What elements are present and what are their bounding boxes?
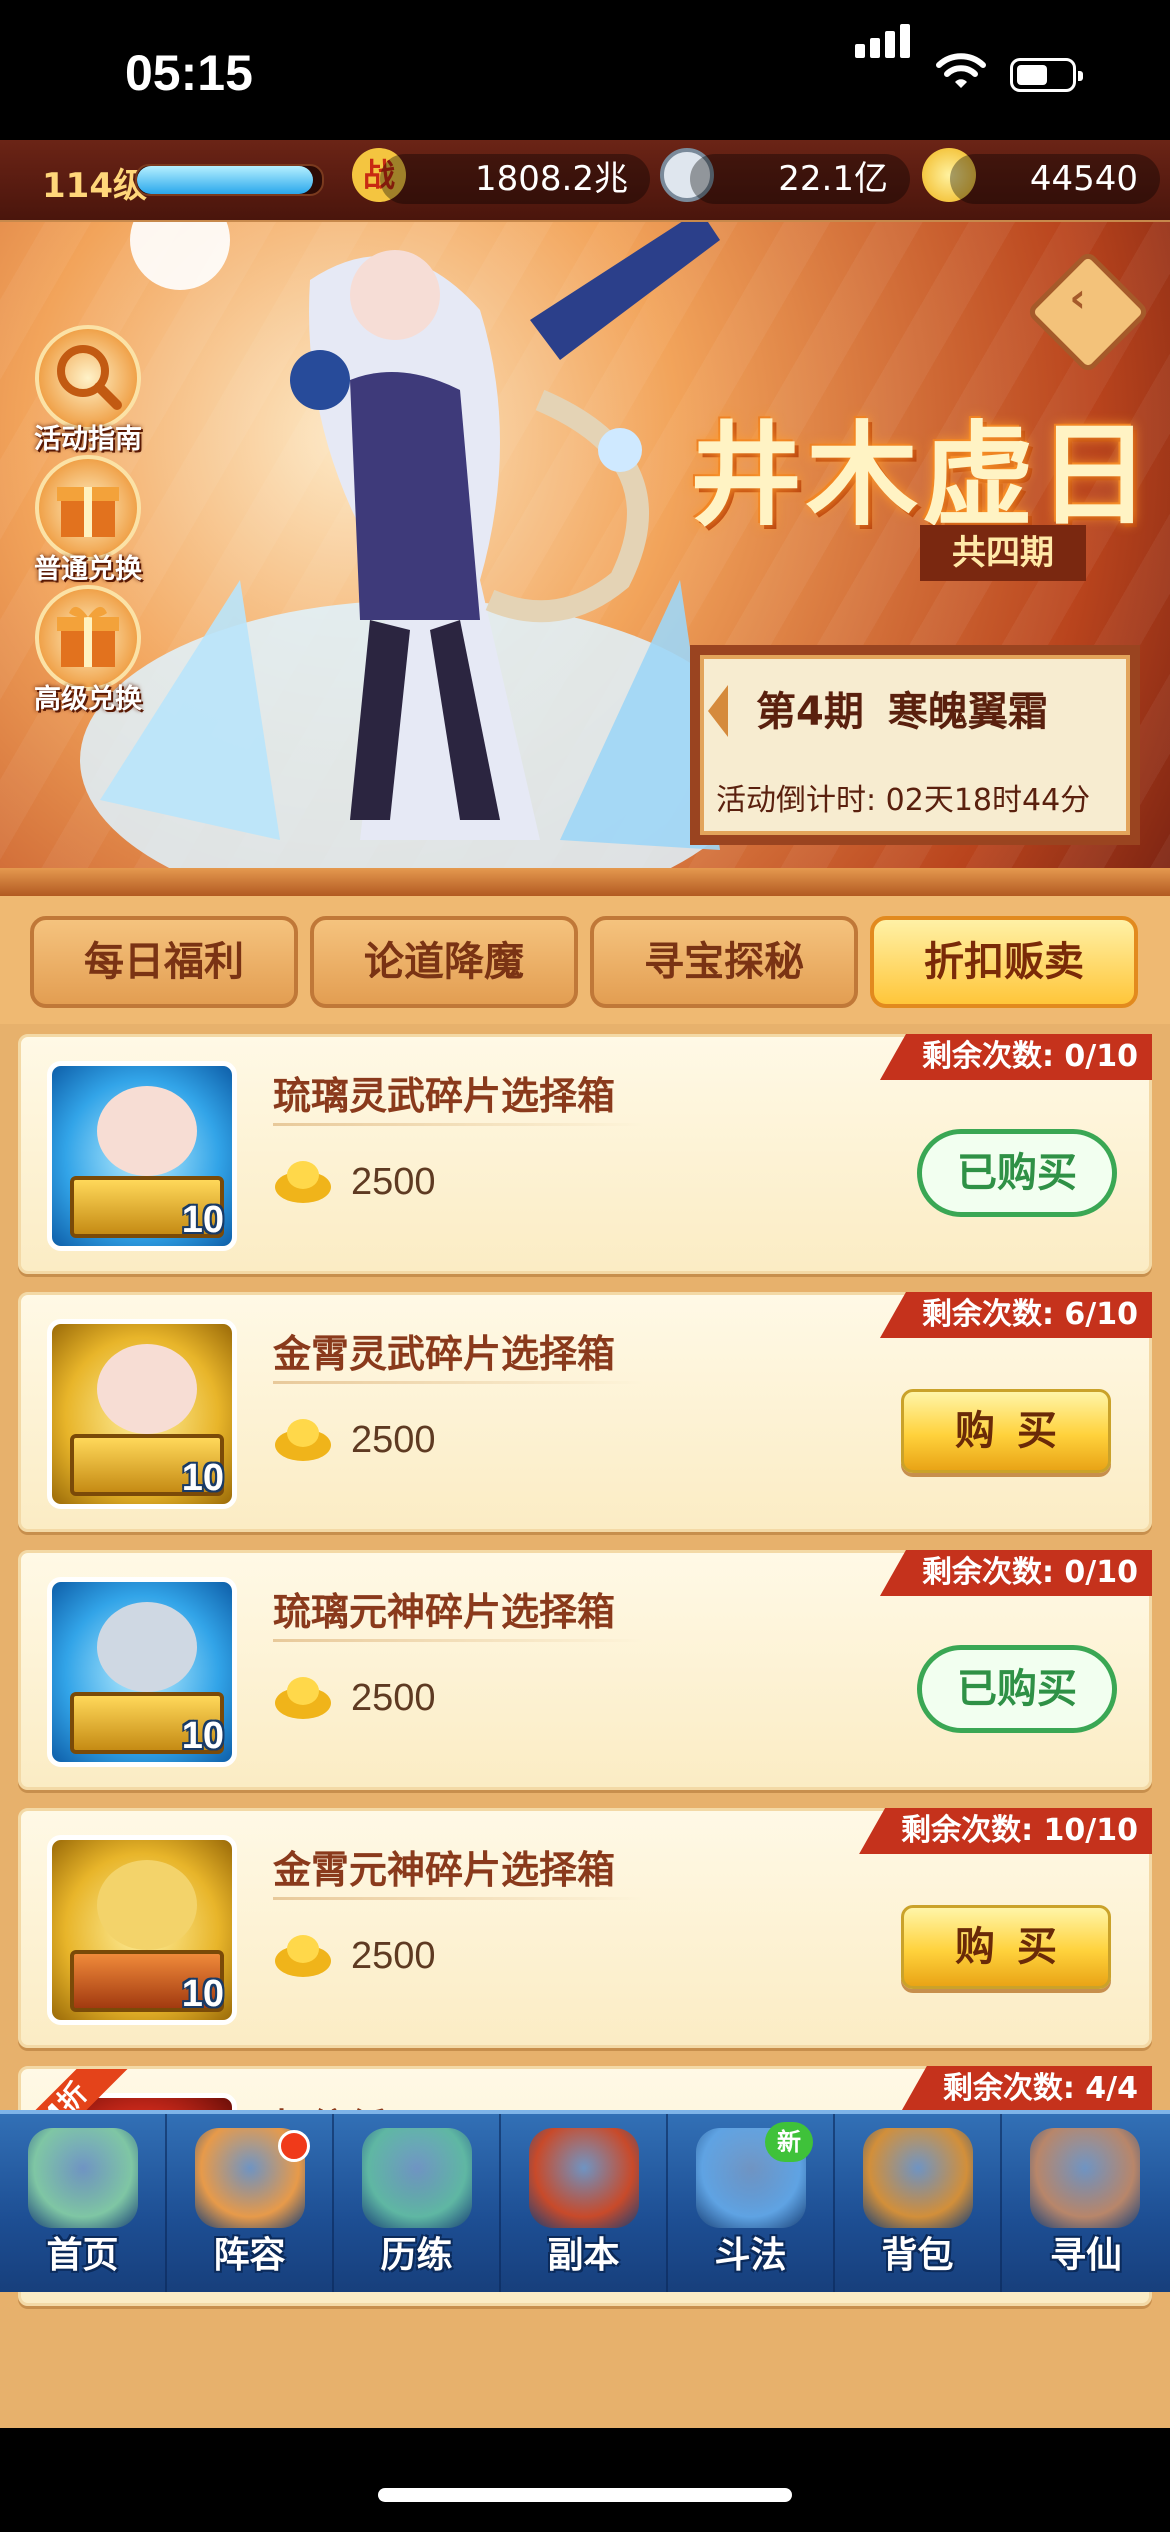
list-item: 10 琉璃灵武碎片选择箱 2500 剩余次数: 0/10 已购买	[18, 1034, 1152, 1274]
advanced-exchange-button[interactable]: 高级兑换	[28, 585, 148, 716]
nav-home[interactable]: 首页	[0, 2114, 167, 2292]
gold-ingot-icon	[275, 1161, 331, 1203]
gold-ingot-icon	[275, 1935, 331, 1977]
item-count: 10	[181, 1715, 224, 1757]
notification-dot	[278, 2130, 310, 2162]
purchased-button[interactable]: 已购买	[917, 1129, 1117, 1217]
resource-bar: 114级 战 1808.2兆 22.1亿 44540	[0, 140, 1170, 222]
buy-button[interactable]: 购买	[901, 1389, 1111, 1473]
new-badge: 新	[765, 2122, 813, 2162]
countdown-text: 活动倒计时: 02天18时44分	[716, 783, 1091, 818]
prev-period-arrow-icon[interactable]	[708, 685, 728, 737]
magnifier-icon	[57, 345, 122, 410]
bottom-nav: 首页 阵容 历练 副本 新 斗法 背包 寻仙	[0, 2110, 1170, 2292]
home-indicator	[0, 2428, 1170, 2532]
bag-icon	[863, 2128, 973, 2228]
period-number: 第4期	[756, 689, 864, 735]
gold-value: 44540	[950, 154, 1160, 204]
nav-dungeon[interactable]: 副本	[501, 2114, 668, 2292]
normal-exchange-label: 普通兑换	[34, 554, 142, 585]
battery-icon	[1010, 58, 1083, 92]
back-arrow-icon: ‹	[1069, 275, 1086, 322]
item-count: 10	[181, 1973, 224, 2015]
item-name: 琉璃灵武碎片选择箱	[273, 1074, 616, 1118]
tab-daily-welfare[interactable]: 每日福利	[30, 916, 298, 1008]
wifi-icon	[936, 53, 986, 88]
period-name: 寒魄翼霜	[887, 689, 1048, 735]
remaining-count-badge: 剩余次数: 4/4	[900, 2066, 1152, 2112]
item-price: 2500	[351, 1161, 436, 1203]
item-icon[interactable]: 10	[47, 1835, 237, 2025]
item-price: 2500	[351, 1419, 436, 1461]
advanced-exchange-label: 高级兑换	[34, 684, 142, 715]
buy-button[interactable]: 购买	[901, 1905, 1111, 1989]
item-icon[interactable]: 10	[47, 1577, 237, 1767]
remaining-count-badge: 剩余次数: 10/10	[859, 1808, 1152, 1854]
remaining-count-badge: 剩余次数: 6/10	[879, 1292, 1152, 1338]
gold-ingot-icon	[275, 1677, 331, 1719]
item-name: 琉璃元神碎片选择箱	[273, 1590, 616, 1634]
list-item: 10 金霄元神碎片选择箱 2500 剩余次数: 10/10 购买	[18, 1808, 1152, 2048]
item-name: 金霄元神碎片选择箱	[273, 1848, 616, 1892]
activity-guide-button[interactable]: 活动指南	[28, 325, 148, 456]
event-title: 井木虚日	[690, 410, 1154, 541]
exp-bar	[135, 164, 324, 196]
list-item: 10 琉璃元神碎片选择箱 2500 剩余次数: 0/10 已购买	[18, 1550, 1152, 1790]
nav-battle[interactable]: 新 斗法	[668, 2114, 835, 2292]
gold-ingot-icon	[275, 1419, 331, 1461]
item-count: 10	[181, 1199, 224, 1241]
nav-seek-immortal[interactable]: 寻仙	[1002, 2114, 1170, 2292]
training-icon	[362, 2128, 472, 2228]
scroll-icon	[1030, 2128, 1140, 2228]
tab-treasure-hunt[interactable]: 寻宝探秘	[590, 916, 858, 1008]
list-item: 10 金霄灵武碎片选择箱 2500 剩余次数: 6/10 购买	[18, 1292, 1152, 1532]
event-banner: ‹ 井木虚日 共四期 第4期 寒魄翼霜 活动倒计时: 02天18时44分	[0, 140, 1170, 880]
nav-bag[interactable]: 背包	[835, 2114, 1002, 2292]
tab-discount-sale[interactable]: 折扣贩卖	[870, 916, 1138, 1008]
power-value: 1808.2兆	[380, 154, 650, 204]
home-icon	[28, 2128, 138, 2228]
gift-box-icon	[57, 487, 119, 537]
nav-training[interactable]: 历练	[334, 2114, 501, 2292]
silver-value: 22.1亿	[690, 154, 910, 204]
item-price: 2500	[351, 1935, 436, 1977]
normal-exchange-button[interactable]: 普通兑换	[28, 455, 148, 586]
remaining-count-badge: 剩余次数: 0/10	[879, 1550, 1152, 1596]
remaining-count-badge: 剩余次数: 0/10	[879, 1034, 1152, 1080]
game-screen: ‹ 井木虚日 共四期 第4期 寒魄翼霜 活动倒计时: 02天18时44分 114级…	[0, 140, 1170, 2428]
item-icon[interactable]: 10	[47, 1319, 237, 1509]
purchased-button[interactable]: 已购买	[917, 1645, 1117, 1733]
item-icon[interactable]: 10	[47, 1061, 237, 1251]
item-name: 金霄灵武碎片选择箱	[273, 1332, 616, 1376]
tab-bar: 每日福利 论道降魔 寻宝探秘 折扣贩卖	[0, 896, 1170, 1024]
player-level: 114级	[42, 166, 147, 206]
status-bar: 05:15	[0, 0, 1170, 140]
status-time: 05:15	[125, 45, 253, 101]
gift-box-icon	[57, 606, 119, 667]
divider-strip	[0, 868, 1170, 896]
period-panel: 第4期 寒魄翼霜 活动倒计时: 02天18时44分	[690, 645, 1140, 845]
item-price: 2500	[351, 1677, 436, 1719]
hero-illustration	[80, 200, 760, 880]
tab-demon-subduing[interactable]: 论道降魔	[310, 916, 578, 1008]
nav-lineup[interactable]: 阵容	[167, 2114, 334, 2292]
item-count: 10	[181, 1457, 224, 1499]
activity-guide-label: 活动指南	[34, 424, 142, 455]
dungeon-icon	[529, 2128, 639, 2228]
event-subtitle: 共四期	[920, 525, 1086, 581]
